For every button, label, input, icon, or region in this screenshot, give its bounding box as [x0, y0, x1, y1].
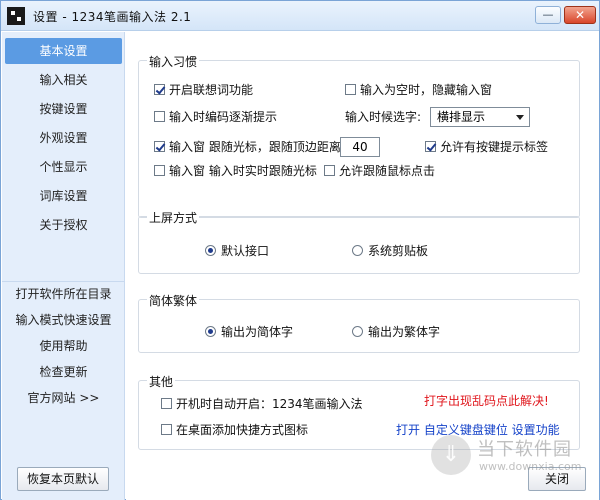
- close-window-button[interactable]: ✕: [564, 6, 596, 24]
- settings-panel: 输入习惯 开启联想词功能 输入为空时，隐藏输入窗 输入时编码逐渐提示 输入时候选…: [126, 32, 599, 500]
- top-distance-input[interactable]: 40: [340, 137, 380, 157]
- hide-when-empty-checkbox[interactable]: [345, 84, 356, 95]
- script-mode-title: 简体繁体: [147, 292, 200, 309]
- reset-defaults-button[interactable]: 恢复本页默认: [17, 467, 109, 491]
- chevron-down-icon: [516, 115, 524, 120]
- watermark: ⇓ 当下软件园 www.downxia.com: [431, 433, 591, 481]
- sidebar-item-keys[interactable]: 按键设置: [5, 96, 122, 122]
- allow-key-hint-checkbox[interactable]: [425, 141, 436, 152]
- hide-when-empty-option[interactable]: 输入为空时，隐藏输入窗: [345, 83, 492, 97]
- gradual-hint-option[interactable]: 输入时编码逐渐提示: [154, 110, 277, 124]
- watermark-url: www.downxia.com: [479, 460, 582, 473]
- clipboard-option[interactable]: 系统剪贴板: [352, 244, 428, 258]
- other-title: 其他: [147, 373, 176, 390]
- default-interface-option[interactable]: 默认接口: [205, 244, 269, 258]
- commit-mode-title: 上屏方式: [147, 209, 200, 226]
- open-install-dir-link[interactable]: 打开软件所在目录: [2, 284, 125, 304]
- follow-mouse-checkbox[interactable]: [324, 165, 335, 176]
- sidebar-divider: [2, 281, 125, 282]
- gradual-hint-checkbox[interactable]: [154, 111, 165, 122]
- realtime-follow-label: 输入窗 输入时实时跟随光标: [169, 164, 317, 178]
- settings-window: 设置 - 1234笔画输入法 2.1 — ✕ 基本设置 输入相关 按键设置 外观…: [0, 0, 600, 500]
- window-title: 设置 - 1234笔画输入法 2.1: [33, 10, 192, 24]
- quick-mode-settings-link[interactable]: 输入模式快速设置: [2, 310, 125, 330]
- script-mode-group: 简体繁体 输出为简体字 输出为繁体字: [138, 292, 580, 353]
- commit-mode-group: 上屏方式 默认接口 系统剪贴板: [138, 209, 580, 274]
- enable-association-checkbox[interactable]: [154, 84, 165, 95]
- traditional-label: 输出为繁体字: [368, 325, 441, 339]
- input-habits-title: 输入习惯: [147, 53, 200, 70]
- watermark-title: 当下软件园: [477, 439, 572, 460]
- app-logo-icon: [7, 7, 25, 25]
- follow-mouse-option[interactable]: 允许跟随鼠标点击: [324, 164, 435, 178]
- enable-association-label: 开启联想词功能: [169, 83, 254, 97]
- traditional-option[interactable]: 输出为繁体字: [352, 325, 440, 339]
- desktop-shortcut-option[interactable]: 在桌面添加快捷方式图标: [161, 423, 308, 437]
- minimize-button[interactable]: —: [535, 6, 561, 24]
- help-link[interactable]: 使用帮助: [2, 336, 125, 356]
- autostart-checkbox[interactable]: [161, 398, 172, 409]
- garbled-fix-link[interactable]: 打字出现乱码点此解决!: [424, 394, 549, 408]
- sidebar-item-appearance[interactable]: 外观设置: [5, 125, 122, 151]
- allow-key-hint-label: 允许有按键提示标签: [440, 140, 549, 154]
- traditional-radio[interactable]: [352, 326, 363, 337]
- official-website-link[interactable]: 官方网站 >>: [2, 388, 125, 408]
- simplified-label: 输出为简体字: [221, 325, 294, 339]
- check-update-link[interactable]: 检查更新: [2, 362, 125, 382]
- hide-when-empty-label: 输入为空时，隐藏输入窗: [360, 83, 493, 97]
- sidebar-item-about-license[interactable]: 关于授权: [5, 212, 122, 238]
- follow-cursor-label: 输入窗 跟随光标，跟随顶边距离:: [169, 140, 345, 154]
- candidate-layout-label: 输入时候选字:: [345, 110, 422, 124]
- default-interface-label: 默认接口: [221, 244, 270, 258]
- desktop-shortcut-label: 在桌面添加快捷方式图标: [176, 423, 309, 437]
- title-bar[interactable]: 设置 - 1234笔画输入法 2.1 — ✕: [1, 1, 599, 31]
- input-habits-group: 输入习惯 开启联想词功能 输入为空时，隐藏输入窗 输入时编码逐渐提示 输入时候选…: [138, 53, 580, 218]
- sidebar-item-basic-settings[interactable]: 基本设置: [5, 38, 122, 64]
- simplified-radio[interactable]: [205, 326, 216, 337]
- follow-cursor-checkbox[interactable]: [154, 141, 165, 152]
- autostart-option[interactable]: 开机时自动开启：1234笔画输入法: [161, 397, 363, 411]
- follow-mouse-label: 允许跟随鼠标点击: [339, 164, 436, 178]
- candidate-layout-select[interactable]: 横排显示: [430, 107, 530, 127]
- gradual-hint-label: 输入时编码逐渐提示: [169, 110, 278, 124]
- sidebar-item-personal-display[interactable]: 个性显示: [5, 154, 122, 180]
- follow-cursor-option[interactable]: 输入窗 跟随光标，跟随顶边距离:: [154, 140, 345, 154]
- sidebar-item-input[interactable]: 输入相关: [5, 67, 122, 93]
- down-arrow-logo-icon: ⇓: [431, 435, 471, 475]
- default-interface-radio[interactable]: [205, 245, 216, 256]
- enable-association-option[interactable]: 开启联想词功能: [154, 83, 253, 97]
- allow-key-hint-option[interactable]: 允许有按键提示标签: [425, 140, 548, 154]
- realtime-follow-checkbox[interactable]: [154, 165, 165, 176]
- simplified-option[interactable]: 输出为简体字: [205, 325, 293, 339]
- clipboard-label: 系统剪贴板: [368, 244, 429, 258]
- realtime-follow-option[interactable]: 输入窗 输入时实时跟随光标: [154, 164, 317, 178]
- autostart-label: 开机时自动开启：1234笔画输入法: [176, 397, 363, 411]
- desktop-shortcut-checkbox[interactable]: [161, 424, 172, 435]
- candidate-layout-value: 横排显示: [437, 110, 486, 124]
- sidebar-item-dictionary[interactable]: 词库设置: [5, 183, 122, 209]
- sidebar: 基本设置 输入相关 按键设置 外观设置 个性显示 词库设置 关于授权 打开软件所…: [2, 32, 125, 500]
- clipboard-radio[interactable]: [352, 245, 363, 256]
